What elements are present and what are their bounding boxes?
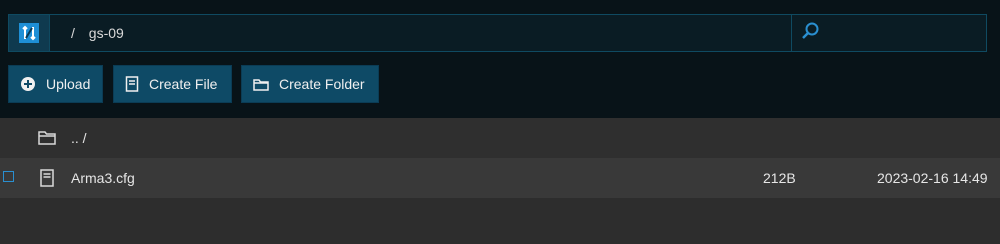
header-area: / gs-09 Upload Create File Create Folder: [0, 0, 1000, 118]
file-modified-date: 2023-02-16 14:49: [877, 170, 988, 186]
parent-directory-label: .. /: [71, 130, 87, 146]
folder-icon: [253, 77, 269, 91]
folder-icon: [38, 129, 56, 148]
file-icon: [125, 76, 139, 92]
create-file-button[interactable]: Create File: [113, 65, 232, 103]
breadcrumb-current[interactable]: gs-09: [89, 25, 124, 41]
upload-label: Upload: [46, 76, 91, 92]
search-icon[interactable]: [800, 21, 820, 46]
parent-directory-row[interactable]: .. /: [0, 118, 1000, 158]
file-row[interactable]: Arma3.cfg 212B 2023-02-16 14:49: [0, 158, 1000, 198]
file-size: 212B: [763, 170, 796, 186]
plus-circle-icon: [20, 76, 36, 92]
breadcrumb-separator: /: [71, 25, 75, 41]
app-logo-icon[interactable]: [9, 15, 50, 51]
search-area: [791, 15, 986, 51]
create-folder-button[interactable]: Create Folder: [241, 65, 379, 103]
file-select-checkbox[interactable]: [3, 171, 14, 182]
file-icon: [40, 169, 54, 190]
breadcrumb: / gs-09: [71, 15, 124, 51]
create-file-label: Create File: [149, 76, 218, 92]
file-name[interactable]: Arma3.cfg: [71, 158, 135, 198]
search-input[interactable]: [826, 24, 980, 42]
path-bar: / gs-09: [8, 14, 987, 52]
create-folder-label: Create Folder: [279, 76, 365, 92]
upload-button[interactable]: Upload: [8, 65, 103, 103]
